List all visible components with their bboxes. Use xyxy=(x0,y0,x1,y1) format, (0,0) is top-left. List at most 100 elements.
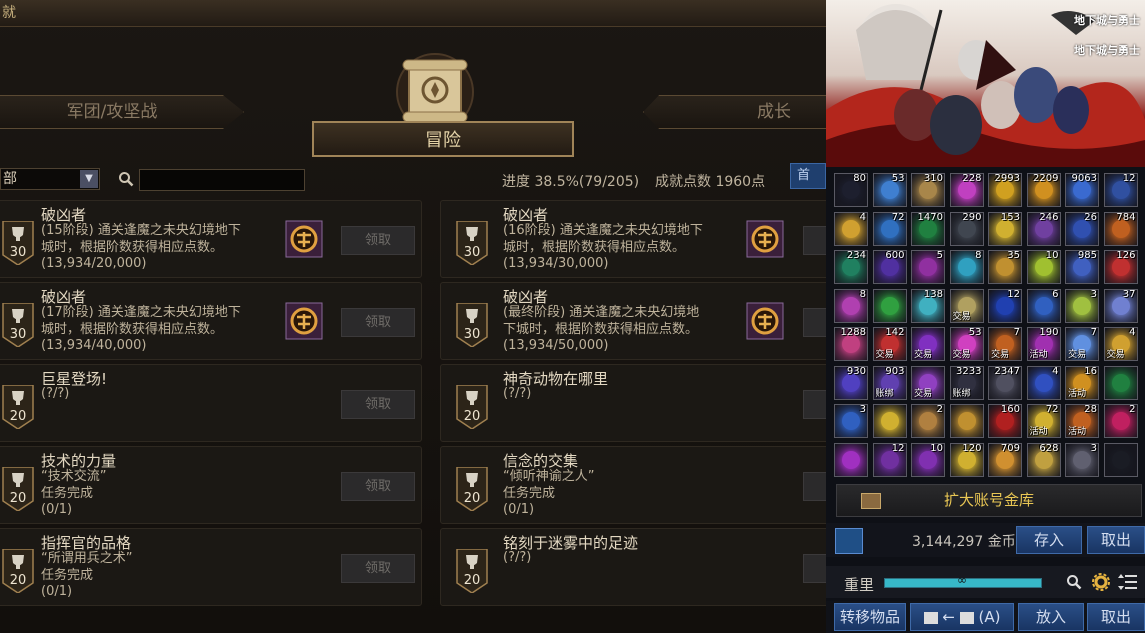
inventory-slot[interactable]: 160 xyxy=(988,404,1022,438)
inventory-slot[interactable]: 4 xyxy=(1026,365,1061,400)
inventory-slot[interactable] xyxy=(1103,365,1138,400)
inventory-slot[interactable]: 2209 xyxy=(1026,173,1061,207)
inventory-slot[interactable]: 1470 xyxy=(911,211,945,246)
inventory-slot[interactable]: 3 xyxy=(1065,288,1099,323)
inventory-slot[interactable]: 6 xyxy=(1026,288,1061,323)
inventory-slot[interactable]: 26 xyxy=(1065,211,1099,246)
item-count: 120 xyxy=(962,442,982,454)
achievement-description: “倾听神谕之人” 任务完成 xyxy=(503,469,595,501)
sort-list-icon[interactable] xyxy=(1118,573,1138,591)
inventory-slot[interactable]: 2347 xyxy=(988,365,1022,400)
transfer-items-button[interactable]: 转移物品 xyxy=(834,603,906,631)
inventory-slot[interactable]: 3233 账绑 xyxy=(949,365,984,400)
inventory-slot[interactable]: 9063 xyxy=(1065,173,1099,207)
inventory-slot[interactable]: 35 xyxy=(988,250,1022,284)
inventory-slot[interactable]: 2993 xyxy=(988,173,1022,207)
inventory-slot[interactable]: 8 xyxy=(949,250,984,284)
inventory-slot[interactable]: 985 xyxy=(1065,250,1099,284)
inventory-slot[interactable]: 190 活动 xyxy=(1026,327,1061,361)
inventory-slot[interactable]: 10 xyxy=(1026,250,1061,284)
claim-button[interactable]: 领取 xyxy=(341,390,415,419)
deposit-button[interactable]: 存入 xyxy=(1016,526,1082,554)
inventory-slot[interactable] xyxy=(872,288,907,323)
inventory-slot[interactable]: 228 xyxy=(949,173,984,207)
inventory-slot[interactable]: 290 xyxy=(949,211,984,246)
inventory-slot[interactable]: 12 xyxy=(988,288,1022,323)
search-icon[interactable] xyxy=(118,171,134,187)
inventory-slot[interactable]: 53 交易 xyxy=(949,327,984,361)
item-count: 35 xyxy=(1007,250,1020,261)
claim-button[interactable]: 领取 xyxy=(803,226,826,255)
view-button[interactable]: 首 xyxy=(790,163,826,189)
inventory-slot[interactable]: 138 xyxy=(911,288,945,323)
claim-button[interactable]: 领取 xyxy=(803,390,826,419)
inventory-slot[interactable]: 153 xyxy=(988,211,1022,246)
expand-vault-button[interactable]: 扩大账号金库 xyxy=(836,484,1142,517)
search-input[interactable] xyxy=(139,169,305,191)
category-dropdown[interactable]: 部 ▼ xyxy=(0,168,100,190)
inventory-slot[interactable]: 310 xyxy=(911,173,945,207)
inventory-slot[interactable]: 4 交易 xyxy=(1103,327,1138,361)
inventory-slot[interactable]: 709 xyxy=(988,442,1022,477)
achievement-progress: (?/?) xyxy=(503,386,532,401)
inventory-slot[interactable]: 72 活动 xyxy=(1026,404,1061,438)
inventory-slot[interactable]: 2 xyxy=(1103,404,1138,438)
inventory-slot[interactable]: 4 xyxy=(834,211,868,246)
inventory-slot[interactable]: 930 xyxy=(834,365,868,400)
claim-button[interactable]: 领取 xyxy=(341,472,415,501)
inventory-slot[interactable]: 28 活动 xyxy=(1065,404,1099,438)
inventory-slot[interactable]: 72 xyxy=(872,211,907,246)
inventory-slot[interactable]: 10 xyxy=(911,442,945,477)
inventory-slot[interactable] xyxy=(949,404,984,438)
item-count: 784 xyxy=(1116,211,1136,223)
inventory-slot[interactable]: 16 活动 xyxy=(1065,365,1099,400)
inventory-slot[interactable]: 80 xyxy=(834,173,868,207)
inventory-slot[interactable]: 交易 xyxy=(911,365,945,400)
claim-button[interactable]: 领取 xyxy=(341,554,415,583)
inventory-slot[interactable]: 12 xyxy=(872,442,907,477)
inventory-slot[interactable]: 37 xyxy=(1103,288,1138,323)
claim-button[interactable]: 领取 xyxy=(803,308,826,337)
inventory-slot[interactable]: 交易 xyxy=(911,327,945,361)
achievement-card: 30 破凶者 (16阶段) 通关逢魔之未央幻境地下 城时，根据阶数获得相应点数。 (1… xyxy=(440,200,826,278)
inventory-slot[interactable]: 12 xyxy=(1103,173,1138,207)
mail-icon xyxy=(959,611,974,624)
search-icon[interactable] xyxy=(1066,574,1082,590)
inventory-slot[interactable]: 1288 xyxy=(834,327,868,361)
transfer-direction-button[interactable]: ← (A) xyxy=(910,603,1014,631)
inventory-slot[interactable]: 246 xyxy=(1026,211,1061,246)
inventory-slot[interactable]: 53 xyxy=(872,173,907,207)
inventory-slot[interactable]: 142 交易 xyxy=(872,327,907,361)
put-in-button[interactable]: 放入 xyxy=(1018,603,1084,631)
withdraw-button[interactable]: 取出 xyxy=(1087,526,1145,554)
claim-button[interactable]: 领取 xyxy=(803,472,826,501)
inventory-slot[interactable]: 7 交易 xyxy=(1065,327,1099,361)
inventory-slot[interactable]: 7 交易 xyxy=(988,327,1022,361)
inventory-slot[interactable]: 交易 xyxy=(949,288,984,323)
inventory-slot[interactable]: 5 xyxy=(911,250,945,284)
claim-button[interactable]: 领取 xyxy=(803,554,826,583)
claim-button[interactable]: 领取 xyxy=(341,308,415,337)
take-out-button[interactable]: 取出 xyxy=(1087,603,1145,631)
tab-adventure[interactable]: 冒险 xyxy=(312,121,574,157)
tab-growth[interactable]: 成长 xyxy=(643,95,826,129)
inventory-slot[interactable] xyxy=(1103,442,1138,477)
inventory-slot[interactable] xyxy=(834,442,868,477)
inventory-slot[interactable]: 600 xyxy=(872,250,907,284)
inventory-slot[interactable]: 3 xyxy=(1065,442,1099,477)
inventory-slot[interactable]: 628 xyxy=(1026,442,1061,477)
inventory-slot[interactable]: 3 xyxy=(834,404,868,438)
claim-button[interactable]: 领取 xyxy=(341,226,415,255)
achievement-description: (15阶段) 通关逢魔之未央幻境地下 城时，根据阶数获得相应点数。 xyxy=(41,223,241,255)
gear-icon[interactable] xyxy=(1092,573,1110,591)
inventory-slot[interactable]: 120 xyxy=(949,442,984,477)
tab-legion-raid[interactable]: 军团/攻坚战 xyxy=(0,95,244,129)
inventory-slot[interactable]: 2 xyxy=(911,404,945,438)
inventory-slot[interactable]: 234 xyxy=(834,250,868,284)
inventory-slot[interactable]: 8 xyxy=(834,288,868,323)
inventory-slot[interactable] xyxy=(872,404,907,438)
inventory-slot[interactable]: 126 xyxy=(1103,250,1138,284)
inventory-slot[interactable]: 903 账绑 xyxy=(872,365,907,400)
chevron-down-icon[interactable]: ▼ xyxy=(80,170,98,188)
inventory-slot[interactable]: 784 xyxy=(1103,211,1138,246)
